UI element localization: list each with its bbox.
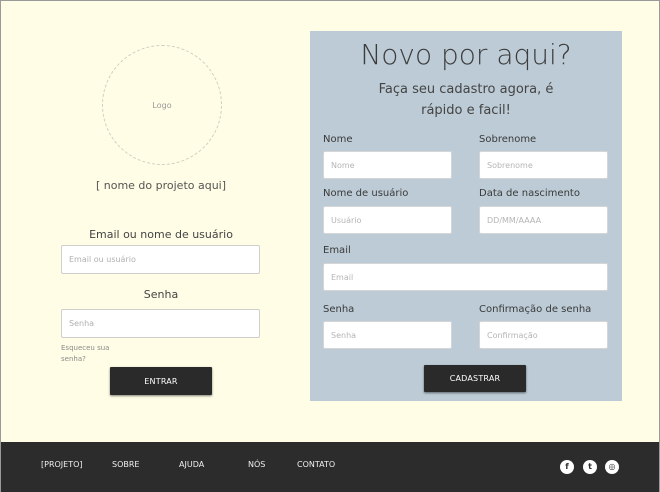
- username-label: Nome de usuário: [323, 188, 409, 199]
- register-title: Novo por aqui?: [360, 38, 572, 71]
- birth-date-label: Data de nascimento: [479, 188, 580, 199]
- register-email-label: Email: [323, 245, 351, 256]
- project-name: [ nome do projeto aqui]: [95, 179, 227, 192]
- last-name-label: Sobrenome: [479, 134, 537, 145]
- forgot-password-link[interactable]: Esqueceu sua senha?: [61, 343, 131, 365]
- register-email-input[interactable]: [323, 263, 608, 291]
- register-button[interactable]: CADASTRAR: [424, 365, 526, 392]
- footer: [PROJETO] SOBRE AJUDA NÓS CONTATO f t ◎: [1, 442, 659, 492]
- first-name-input[interactable]: [323, 151, 452, 179]
- footer-link-sobre[interactable]: SOBRE: [112, 460, 139, 469]
- username-input[interactable]: [323, 206, 452, 234]
- footer-link-nos[interactable]: NÓS: [248, 460, 265, 469]
- dribbble-icon[interactable]: ◎: [605, 460, 619, 474]
- birth-date-input[interactable]: [479, 206, 608, 234]
- footer-link-contato[interactable]: CONTATO: [297, 460, 335, 469]
- login-panel: Logo [ nome do projeto aqui] Email ou no…: [1, 1, 311, 441]
- logo-placeholder: Logo: [102, 45, 222, 165]
- logo-text: Logo: [152, 100, 172, 110]
- register-panel: Novo por aqui? Faça seu cadastro agora, …: [310, 31, 622, 401]
- register-password-label: Senha: [323, 304, 355, 315]
- twitter-icon[interactable]: t: [583, 460, 597, 474]
- last-name-input[interactable]: [479, 151, 608, 179]
- confirm-password-input[interactable]: [479, 321, 608, 349]
- footer-link-projeto[interactable]: [PROJETO]: [41, 460, 83, 469]
- facebook-icon[interactable]: f: [560, 460, 574, 474]
- footer-link-ajuda[interactable]: AJUDA: [179, 460, 204, 469]
- login-password-input[interactable]: [61, 309, 260, 338]
- login-button[interactable]: ENTRAR: [110, 367, 212, 395]
- register-password-input[interactable]: [323, 321, 452, 349]
- password-label: Senha: [143, 288, 179, 301]
- login-email-input[interactable]: [61, 245, 260, 274]
- confirm-password-label: Confirmação de senha: [479, 304, 592, 315]
- email-label: Email ou nome de usuário: [89, 228, 233, 241]
- first-name-label: Nome: [323, 134, 353, 145]
- register-subtitle: Faça seu cadastro agora, é rápido e faci…: [378, 82, 554, 118]
